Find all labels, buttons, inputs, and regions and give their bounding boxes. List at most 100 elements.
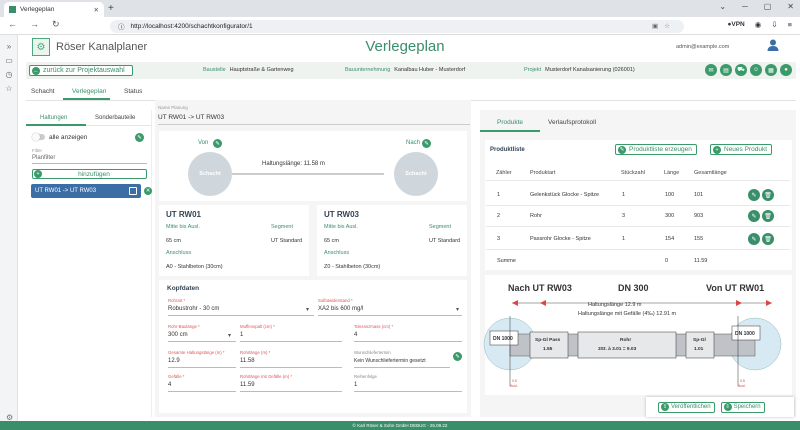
wunsch-underline bbox=[354, 367, 450, 368]
close-tab-icon[interactable]: ✕ bbox=[94, 6, 99, 14]
toleranz-label: Toleranzmass (cm) * bbox=[354, 324, 394, 329]
show-all-toggle[interactable] bbox=[32, 132, 45, 141]
users-icon[interactable]: ☺ bbox=[750, 64, 762, 76]
cell-gesamtlaenge: 903 bbox=[694, 213, 704, 219]
neues-produkt-button[interactable]: + Neues Produkt bbox=[710, 144, 772, 155]
rohrart-select[interactable]: Robustrohr - 30 cm bbox=[168, 306, 219, 312]
arrow-left-icon: ← bbox=[32, 66, 40, 75]
sidebar-toggle-icon[interactable]: » bbox=[4, 42, 14, 52]
edit-von-icon[interactable]: ✎ bbox=[213, 139, 222, 148]
dropdown-arrow-icon[interactable]: ▾ bbox=[228, 332, 231, 339]
profile-icon[interactable]: ◉ bbox=[755, 20, 762, 29]
minimize-icon[interactable]: ─ bbox=[742, 2, 748, 11]
tab-produkte[interactable]: Produkte bbox=[497, 119, 523, 126]
tab-verlaufsprotokoll[interactable]: Verlaufsprotokoll bbox=[548, 119, 596, 126]
cell-zaehler: 2 bbox=[497, 213, 501, 219]
user-icon[interactable] bbox=[766, 38, 780, 52]
truck-icon[interactable]: ⛟ bbox=[735, 64, 747, 76]
toleranz-input[interactable]: 4 bbox=[354, 332, 357, 338]
forward-icon[interactable]: → bbox=[30, 19, 39, 30]
tab-verlegeplan[interactable]: Verlegeplan bbox=[72, 88, 106, 95]
edit-row-icon[interactable]: ✎ bbox=[748, 189, 760, 201]
header-divider bbox=[486, 180, 790, 181]
page-info-icon[interactable]: ⓘ bbox=[118, 21, 125, 31]
veroeffentlichen-label: Veröffentlichen bbox=[671, 404, 711, 410]
haltung-list-item[interactable]: UT RW01 -> UT RW03 bbox=[31, 184, 141, 198]
bauunternehmung-info: Bauunternehmung Kanalbau Huber - Musterd… bbox=[345, 67, 465, 73]
rohrlaenge-input[interactable]: 11.58 bbox=[240, 358, 255, 364]
close-window-icon[interactable]: ✕ bbox=[787, 2, 794, 11]
download-icon[interactable]: ⇩ bbox=[771, 20, 777, 29]
grid-icon[interactable]: ▦ bbox=[765, 64, 777, 76]
delete-row-icon[interactable]: 🗑 bbox=[762, 233, 774, 245]
copyright-text: © Karl Röser & Sohn GmbH bbox=[352, 423, 409, 428]
projekt-label: Projekt bbox=[524, 67, 542, 73]
planung-name-underline bbox=[158, 124, 470, 125]
add-button-label: hinzufügen bbox=[78, 170, 110, 178]
document-icon[interactable]: ▤ bbox=[720, 64, 732, 76]
delete-row-icon[interactable]: 🗑 bbox=[762, 189, 774, 201]
speichern-button[interactable]: ⇩ Speichern bbox=[720, 401, 765, 413]
vpn-label: VPN bbox=[731, 21, 745, 28]
wunsch-input[interactable]: Kein Wunschliefertermin gesetzt bbox=[354, 358, 426, 364]
baulaenge-select[interactable]: 300 cm bbox=[168, 332, 188, 338]
version-text: DEBUG - 26.09.22 bbox=[409, 423, 448, 428]
dropdown-arrow-icon[interactable]: ▾ bbox=[456, 306, 459, 313]
mail-icon[interactable]: ✉ bbox=[705, 64, 717, 76]
tab-schacht[interactable]: Schacht bbox=[31, 88, 55, 95]
reihenfolge-input[interactable]: 1 bbox=[354, 382, 357, 388]
maximize-icon[interactable]: ▢ bbox=[764, 2, 772, 11]
delete-row-icon[interactable]: 🗑 bbox=[762, 210, 774, 222]
back-to-projects-button[interactable]: ← zurück zur Projektauswahl bbox=[29, 65, 133, 76]
muffenspalt-input[interactable]: 1 bbox=[240, 332, 243, 338]
vpn-badge[interactable]: ●VPN bbox=[727, 21, 744, 28]
close-circle-icon[interactable]: ✕ bbox=[144, 187, 152, 195]
reload-icon[interactable]: ↻ bbox=[52, 19, 60, 30]
baustelle-label: Baustelle bbox=[203, 67, 226, 73]
subtab-sonderbauteile[interactable]: Sonderbauteile bbox=[95, 115, 135, 121]
url-text: http://localhost:4200/schachtkonfigurato… bbox=[130, 22, 253, 30]
sulfat-underline bbox=[318, 315, 462, 316]
chevron-down-icon[interactable]: ⌄ bbox=[719, 2, 726, 11]
tab-status[interactable]: Status bbox=[124, 88, 142, 95]
dn-title: DN 300 bbox=[618, 283, 649, 293]
veroeffentlichen-button[interactable]: ⇪ Veröffentlichen bbox=[658, 401, 715, 413]
mitte-value: 65 cm bbox=[324, 238, 339, 244]
edit-row-icon[interactable]: ✎ bbox=[748, 233, 760, 245]
url-field[interactable]: ⓘ http://localhost:4200/schachtkonfigura… bbox=[110, 19, 684, 33]
baustelle-value: Hauptstraße & Gartenweg bbox=[229, 67, 294, 73]
haltung-checkbox[interactable] bbox=[129, 187, 137, 195]
dropdown-arrow-icon[interactable]: ▾ bbox=[306, 306, 309, 313]
tabs-icon[interactable]: ▭ bbox=[4, 56, 14, 66]
edit-row-icon[interactable]: ✎ bbox=[748, 210, 760, 222]
row-divider bbox=[486, 226, 790, 227]
gefaelle-input[interactable]: 4 bbox=[168, 382, 171, 388]
filter-input[interactable]: Planfilter bbox=[32, 155, 55, 161]
schacht-nach[interactable]: Schacht bbox=[394, 152, 438, 196]
gesamt-input[interactable]: 12.9 bbox=[168, 358, 180, 364]
new-tab-icon[interactable]: + bbox=[108, 3, 114, 14]
add-haltung-button[interactable]: + hinzufügen bbox=[32, 169, 147, 179]
edit-nach-icon[interactable]: ✎ bbox=[422, 139, 431, 148]
cell-laenge: 300 bbox=[665, 213, 675, 219]
col-stueckzahl: Stückzahl bbox=[621, 170, 645, 176]
history-icon[interactable]: ◷ bbox=[4, 70, 14, 80]
browser-tab-bar bbox=[0, 0, 800, 17]
back-icon[interactable]: ← bbox=[8, 19, 17, 30]
segment-label: Segment bbox=[429, 224, 452, 230]
col-zaehler: Zähler bbox=[496, 170, 512, 176]
planung-name-input[interactable]: UT RW01 -> UT RW03 bbox=[158, 114, 224, 121]
browser-tab[interactable]: Verlegeplan ✕ bbox=[4, 2, 104, 17]
edit-icon[interactable]: ✎ bbox=[135, 133, 144, 142]
bookmarks-icon[interactable]: ☆ bbox=[4, 84, 14, 94]
edit-date-icon[interactable]: ✎ bbox=[453, 352, 462, 361]
produktliste-erzeugen-button[interactable]: ✎ Produktliste erzeugen bbox=[615, 144, 697, 155]
rohrlaenge-gefaelle-input[interactable]: 11.59 bbox=[240, 382, 255, 388]
menu-icon[interactable]: ≡ bbox=[788, 20, 792, 29]
account-icon[interactable]: ● bbox=[780, 64, 792, 76]
schacht-von[interactable]: Schacht bbox=[188, 152, 232, 196]
segment-rohr bbox=[577, 331, 677, 359]
subtab-haltungen[interactable]: Haltungen bbox=[40, 115, 67, 121]
bookmark-star-icon[interactable]: ▣☆ bbox=[652, 22, 676, 30]
sulfat-select[interactable]: XA2 bis 600 mg/l bbox=[318, 306, 363, 312]
